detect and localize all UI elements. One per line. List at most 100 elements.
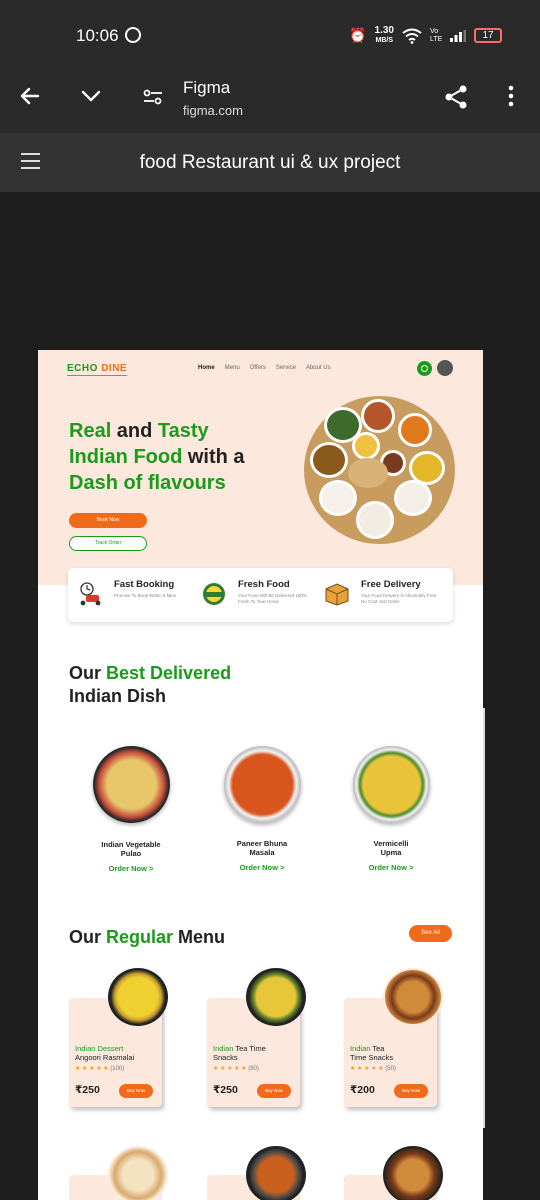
signal-icon — [450, 29, 466, 42]
price: ₹250 — [75, 1084, 100, 1096]
browser-toolbar: Figma figma.com — [0, 68, 540, 133]
nav-home[interactable]: Home — [198, 365, 215, 371]
dish-card[interactable]: Vermicelli Upma Order Now > — [347, 746, 435, 872]
site-logo[interactable]: ECHO DINE — [67, 363, 128, 376]
menu-card[interactable]: Indian Tea Time Snacks ★ ★ ★ ★ ★ (50) ₹2… — [344, 968, 443, 1107]
dish-name-line: Masala — [249, 848, 275, 857]
category-highlight: Indian — [213, 1044, 234, 1053]
upma-image — [352, 746, 430, 823]
rating-count: (50) — [385, 1066, 396, 1072]
rating-stars: ★ ★ ★ ★ ★ (80) — [213, 1065, 259, 1072]
status-icons: ⏰ 1.30 MB/S Vo LTE 17 — [349, 26, 502, 45]
dish-name-line: Paneer Bhuna — [236, 839, 288, 848]
hero-word: Dash of flavours — [69, 472, 226, 494]
site-settings-icon[interactable] — [141, 85, 165, 113]
title-part: Regular — [106, 927, 174, 947]
book-now-button[interactable]: Book Now — [69, 513, 147, 528]
site-nav: Home Menu Offers Service About Us — [198, 365, 331, 371]
menu-item-name: Time Snacks — [350, 1053, 394, 1062]
nav-menu[interactable]: Menu — [225, 365, 240, 371]
feature-title: Free Delivery — [361, 579, 421, 590]
rating-count: (80) — [248, 1066, 259, 1072]
scrollbar[interactable] — [483, 708, 485, 1128]
design-frame[interactable]: ECHO DINE Home Menu Offers Service About… — [38, 350, 483, 1200]
hero-word: and — [111, 420, 158, 442]
menu-card[interactable] — [344, 1146, 443, 1200]
menu-card[interactable] — [207, 1146, 306, 1200]
nav-about[interactable]: About Us — [306, 365, 331, 371]
best-dishes-title: Our Best Delivered Indian Dish — [69, 662, 231, 708]
logo-dine: DINE — [101, 363, 128, 374]
features-bar: Fast Booking Promise To Book Within 5 Mi… — [68, 568, 453, 622]
title-part: Our — [69, 927, 107, 947]
hero-word: with a — [182, 446, 245, 468]
stars: ★ ★ ★ ★ ★ — [213, 1066, 247, 1072]
dish-card[interactable]: Paneer Bhuna Masala Order Now > — [218, 746, 306, 872]
title-part: Indian Dish — [69, 686, 167, 706]
search-icon[interactable] — [417, 361, 432, 376]
page-url[interactable]: figma.com — [183, 103, 243, 118]
fresh-badge-icon — [203, 583, 225, 605]
dish-name: Indian Vegetable Pulao — [87, 840, 175, 858]
track-order-button[interactable]: Track Order — [69, 536, 147, 551]
feature-title: Fast Booking — [114, 579, 175, 590]
snack-platter-image — [108, 1146, 168, 1200]
order-now-link[interactable]: Order Now > — [218, 863, 306, 872]
document-name: food Restaurant ui & ux project — [139, 152, 401, 173]
price: ₹200 — [350, 1084, 375, 1096]
dish-name: Vermicelli Upma — [347, 839, 435, 857]
thali-small-image — [383, 1146, 443, 1200]
document-header: food Restaurant ui & ux project — [0, 133, 540, 192]
menu-card[interactable]: Indian Dessert Angoori Rasmalai ★ ★ ★ ★ … — [69, 968, 168, 1107]
rating-stars: ★ ★ ★ ★ ★ (100) — [75, 1065, 124, 1072]
clock: 10:06 — [76, 26, 119, 45]
menu-card[interactable] — [69, 1146, 168, 1200]
see-all-button[interactable]: See All — [409, 925, 452, 942]
feature-desc: Promise To Book Within 5 Mins — [114, 593, 177, 598]
title-part: Best Delivered — [106, 663, 232, 683]
pulao-image — [92, 746, 170, 823]
buy-now-button[interactable]: Buy Now — [394, 1084, 428, 1098]
curry-image — [246, 1146, 306, 1200]
menu-category: Indian Dessert — [75, 1044, 124, 1053]
feature-title: Fresh Food — [238, 579, 290, 590]
hero-word: Real — [69, 420, 112, 442]
order-now-link[interactable]: Order Now > — [87, 864, 175, 873]
nav-service[interactable]: Service — [276, 365, 296, 371]
buy-now-button[interactable]: Buy Now — [257, 1084, 291, 1098]
feature-desc: Your Food Will Be Delivered 100% Fresh T… — [238, 593, 307, 604]
snacks-image — [246, 968, 306, 1026]
rating-count: (100) — [110, 1066, 125, 1072]
chevron-down-icon[interactable] — [79, 84, 103, 112]
dish-card[interactable]: Indian Vegetable Pulao Order Now > — [87, 746, 175, 873]
order-now-link[interactable]: Order Now > — [347, 863, 435, 872]
dish-name-line: Vermicelli — [373, 839, 409, 848]
category-highlight: Indian — [350, 1044, 371, 1053]
menu-item-name: Snacks — [213, 1053, 238, 1062]
dish-name-line: Pulao — [120, 849, 142, 858]
alarm-icon: ⏰ — [349, 27, 367, 43]
scooter-clock-icon — [80, 582, 101, 606]
nav-offers[interactable]: Offers — [250, 365, 266, 371]
title-part: Menu — [173, 927, 226, 947]
regular-menu-title: Our Regular Menu — [69, 926, 225, 949]
menu-category: Indian Tea Time — [213, 1044, 266, 1053]
dish-name-line: Indian Vegetable — [101, 840, 161, 849]
tea-snacks-image — [383, 968, 443, 1026]
feature-desc: Your Food Delivery Is Absolutely Free. N… — [361, 593, 438, 604]
hero-headline: Real and Tasty Indian Food with a Dash o… — [69, 418, 309, 496]
avatar[interactable] — [437, 360, 453, 376]
share-icon[interactable] — [443, 84, 469, 114]
rating-stars: ★ ★ ★ ★ ★ (50) — [350, 1065, 396, 1072]
rasmalai-image — [108, 968, 168, 1026]
box-icon — [325, 583, 349, 606]
back-arrow-icon[interactable] — [18, 84, 42, 112]
title-part: Our — [69, 663, 107, 683]
volte-label: Vo LTE — [430, 27, 443, 43]
price: ₹250 — [213, 1084, 238, 1096]
buy-now-button[interactable]: Buy Now — [119, 1084, 153, 1098]
more-vert-icon[interactable] — [508, 85, 514, 111]
menu-card[interactable]: Indian Tea Time Snacks ★ ★ ★ ★ ★ (80) ₹2… — [207, 968, 306, 1107]
category-rest: Tea Time — [233, 1044, 266, 1053]
hero-word: Tasty — [157, 420, 209, 442]
